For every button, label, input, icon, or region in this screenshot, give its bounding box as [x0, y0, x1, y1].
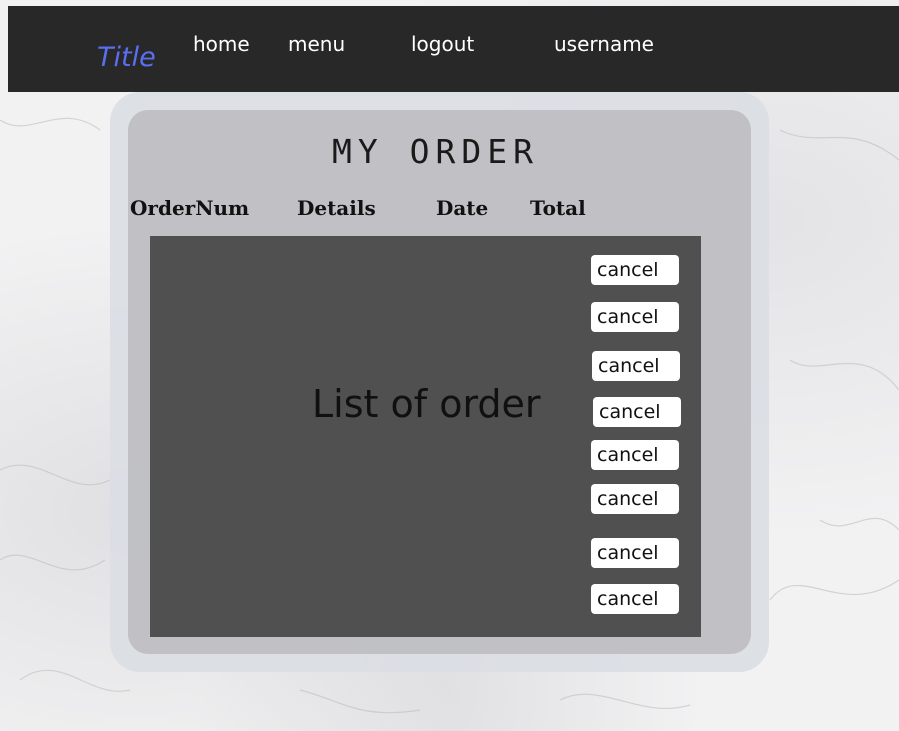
brand-title[interactable]: Title — [97, 42, 156, 73]
cancel-button[interactable]: cancel — [591, 302, 679, 332]
column-header-total: Total — [530, 196, 586, 220]
cancel-button[interactable]: cancel — [593, 397, 681, 427]
nav-username-link[interactable]: username — [554, 32, 654, 56]
nav-home-link[interactable]: home — [193, 32, 250, 56]
page-title: MY ORDER — [332, 132, 539, 171]
column-header-date: Date — [436, 196, 489, 220]
cancel-button[interactable]: cancel — [591, 584, 679, 614]
column-header-ordernum: OrderNum — [130, 196, 250, 220]
cancel-button[interactable]: cancel — [591, 484, 679, 514]
column-header-details: Details — [297, 196, 376, 220]
cancel-button[interactable]: cancel — [591, 538, 679, 568]
cancel-button[interactable]: cancel — [591, 440, 679, 470]
top-navbar: Title home menu logout username — [8, 6, 899, 92]
order-list — [150, 236, 701, 637]
order-list-placeholder: List of order — [312, 382, 541, 426]
nav-logout-link[interactable]: logout — [411, 32, 474, 56]
nav-menu-link[interactable]: menu — [288, 32, 345, 56]
cancel-button[interactable]: cancel — [592, 351, 680, 381]
cancel-button[interactable]: cancel — [591, 255, 679, 285]
